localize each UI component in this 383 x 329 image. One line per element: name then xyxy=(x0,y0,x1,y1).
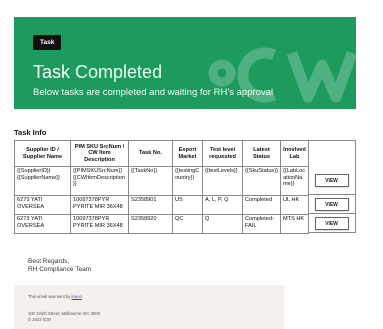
banner-title: Task Completed xyxy=(33,62,162,82)
table-cell: {{testLevels}} xyxy=(202,166,243,196)
banner-title-light: Completed xyxy=(75,62,163,82)
table-cell: {{SkuStatus}} xyxy=(242,166,281,196)
email-signoff: Best Regards, RH Compliance Team xyxy=(28,258,91,274)
footer-address: 100 Smith Street, Melbourne VIC 3000 © 2… xyxy=(28,311,100,322)
table-cell: S2358901 xyxy=(128,195,173,215)
view-cell: VIEW xyxy=(308,195,356,214)
table-cell: 6273 YATI OVERSEA xyxy=(14,214,71,234)
view-button[interactable]: VIEW xyxy=(314,216,349,230)
view-button[interactable]: VIEW xyxy=(314,197,349,211)
column-header: Supplier ID / Supplier Name xyxy=(14,140,71,167)
table-cell: {{testingCountry}} xyxy=(172,166,203,196)
view-column-header xyxy=(308,140,356,166)
view-column: VIEW VIEW VIEW xyxy=(308,140,356,233)
column-header: Inovlved Lab xyxy=(280,140,309,167)
footer-copyright: © 2022 ICW xyxy=(28,316,51,322)
footer-sent-by-text: This email was sent by xyxy=(28,294,71,299)
table-cell: 10097378PYR PYRITE MIR 36X48 xyxy=(70,195,129,215)
table-cell: US xyxy=(172,195,203,215)
table-cell: Q xyxy=(202,214,243,234)
table-cell: QC xyxy=(172,214,203,234)
table-cell: {{PIMSKUSrcNum}} {{CWItemDescription}} xyxy=(70,166,129,196)
view-cell: VIEW xyxy=(308,214,356,233)
section-title: Task Info xyxy=(14,128,47,137)
email-footer: This email was sent by icw.io 100 Smith … xyxy=(14,285,284,329)
table-cell: 10097378PYR PYRITE MIR 36X48 xyxy=(70,214,129,234)
table-cell: {{TaskNo}} xyxy=(128,166,173,196)
table-cell: {{LabLocationName}} xyxy=(280,166,309,196)
footer-sent-by: This email was sent by icw.io xyxy=(28,294,82,299)
table-cell: S2358920 xyxy=(128,214,173,234)
banner-subtitle: Below tasks are completed and waiting fo… xyxy=(33,87,274,98)
table-row: 6273 YATI OVERSEA 10097378PYR PYRITE MIR… xyxy=(14,195,309,215)
table-row: {{SupplierID}} {{SupplierName}} {{PIMSKU… xyxy=(14,166,309,196)
signoff-team: RH Compliance Team xyxy=(28,266,92,273)
view-button[interactable]: VIEW xyxy=(314,173,349,187)
table-cell: UL HK xyxy=(280,195,309,215)
column-header: Test level requested xyxy=(202,140,243,167)
column-header: Task No. xyxy=(128,140,173,167)
table-cell: 6273 YATI OVERSEA xyxy=(14,195,71,215)
footer-address-line: 100 Smith Street, Melbourne VIC 3000 xyxy=(28,311,100,316)
table-header-row: Supplier ID / Supplier Name PIM SKU SrcN… xyxy=(14,140,309,167)
header-banner: Task Task Completed Below tasks are comp… xyxy=(14,17,356,109)
task-badge: Task xyxy=(33,35,62,50)
table-row: 6273 YATI OVERSEA 10097378PYR PYRITE MIR… xyxy=(14,214,309,234)
footer-sender-link[interactable]: icw.io xyxy=(72,294,82,299)
table-cell: MTS HK xyxy=(280,214,309,234)
view-cell: VIEW xyxy=(308,166,356,195)
table-cell: {{SupplierID}} {{SupplierName}} xyxy=(14,166,71,196)
table-cell: Completed-FAIL xyxy=(242,214,281,234)
column-header: Export Market xyxy=(172,140,203,167)
table-cell: A, L, P, Q xyxy=(202,195,243,215)
table-cell: Completed xyxy=(242,195,281,215)
banner-title-strong: Task xyxy=(33,62,71,82)
task-table-container: Supplier ID / Supplier Name PIM SKU SrcN… xyxy=(14,140,356,234)
signoff-greeting: Best Regards, xyxy=(28,258,70,265)
task-table: Supplier ID / Supplier Name PIM SKU SrcN… xyxy=(14,140,309,234)
column-header: PIM SKU SrcNum / CW Item Description xyxy=(70,140,129,167)
column-header: Latest Status xyxy=(242,140,281,167)
